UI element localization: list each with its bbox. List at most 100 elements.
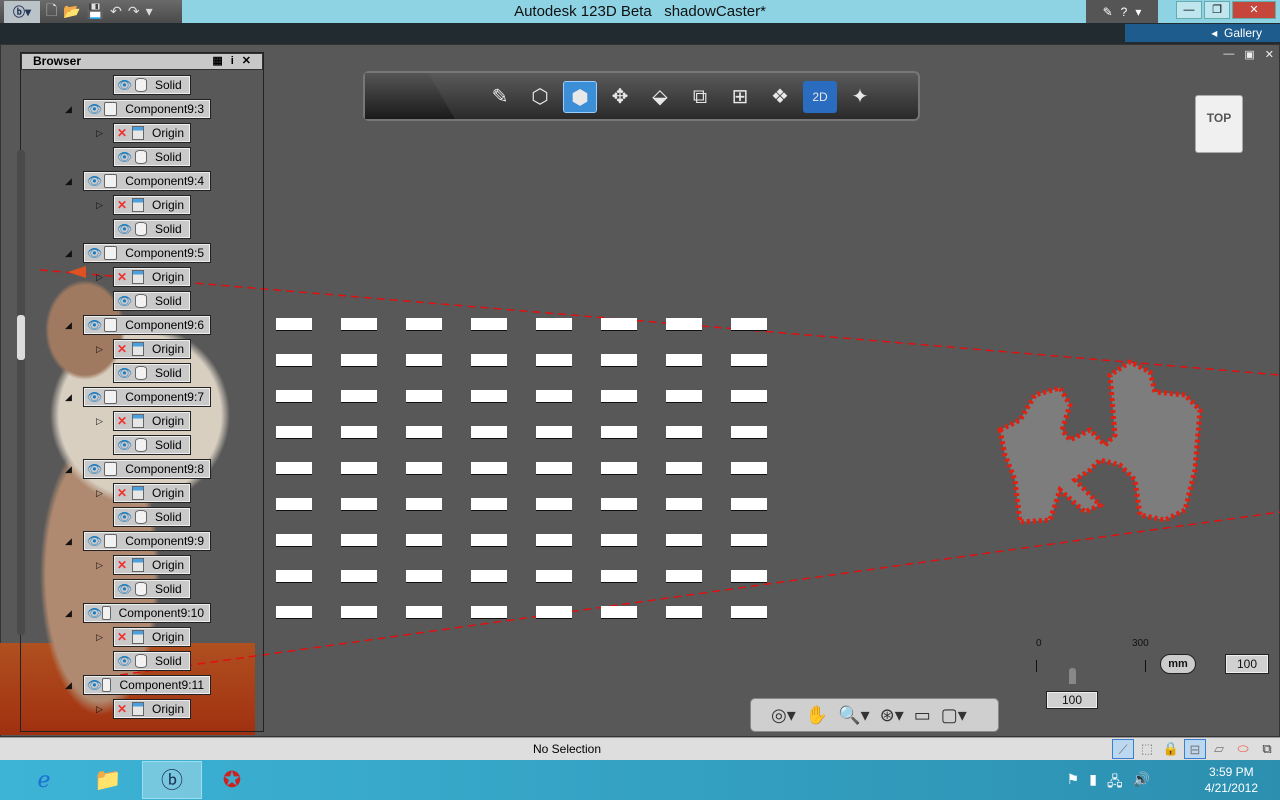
- visibility-eye-icon[interactable]: 👁: [87, 606, 102, 620]
- clock[interactable]: 3:59 PM 4/21/2012: [1205, 764, 1258, 796]
- pixel-block[interactable]: [341, 354, 377, 367]
- visibility-eye-icon[interactable]: 👁: [117, 582, 135, 596]
- browser-info-icon[interactable]: i: [231, 55, 242, 67]
- tree-node-solid[interactable]: 👁 Solid: [113, 507, 191, 527]
- pixel-block[interactable]: [601, 354, 637, 367]
- primitives-icon[interactable]: ⬡: [523, 81, 557, 113]
- visibility-eye-icon[interactable]: 👁: [87, 390, 104, 404]
- pixel-block[interactable]: [276, 462, 312, 475]
- pixel-block[interactable]: [341, 426, 377, 439]
- pixel-block[interactable]: [731, 426, 767, 439]
- pixel-block[interactable]: [536, 426, 572, 439]
- multi-view-icon[interactable]: ⧉: [1256, 739, 1278, 759]
- pixel-block[interactable]: [406, 570, 442, 583]
- expand-toggle-icon[interactable]: ▷: [96, 200, 103, 211]
- pixel-block[interactable]: [406, 534, 442, 547]
- pan-icon[interactable]: ✋: [806, 705, 828, 726]
- collapse-toggle-icon[interactable]: ◢: [65, 608, 72, 619]
- tree-node-component[interactable]: 👁 Component9:7: [83, 387, 211, 407]
- visibility-eye-icon[interactable]: 👁: [117, 510, 135, 524]
- pixel-block[interactable]: [601, 426, 637, 439]
- hidden-eye-icon[interactable]: ✕: [117, 198, 132, 212]
- expand-toggle-icon[interactable]: ▷: [96, 632, 103, 643]
- file-explorer-icon[interactable]: 📁: [78, 761, 138, 799]
- pixel-block[interactable]: [276, 390, 312, 403]
- orbit-icon[interactable]: ⊛▾: [880, 705, 904, 726]
- collapse-toggle-icon[interactable]: ◢: [65, 392, 72, 403]
- hidden-eye-icon[interactable]: ✕: [117, 342, 132, 356]
- scale-slider-thumb[interactable]: [1069, 668, 1076, 684]
- tree-node-solid[interactable]: 👁 Solid: [113, 291, 191, 311]
- collapse-toggle-icon[interactable]: ◢: [65, 536, 72, 547]
- visibility-eye-icon[interactable]: 👁: [117, 150, 135, 164]
- zoom-icon[interactable]: 🔍▾: [838, 705, 869, 726]
- pixel-block[interactable]: [406, 462, 442, 475]
- pixel-block[interactable]: [601, 570, 637, 583]
- pixel-block[interactable]: [406, 498, 442, 511]
- scale-slider-value[interactable]: 100: [1046, 691, 1098, 709]
- pixel-block[interactable]: [471, 570, 507, 583]
- sketch-icon[interactable]: ✎: [483, 81, 517, 113]
- browser-settings-icon[interactable]: ▦: [212, 55, 230, 67]
- pixel-block[interactable]: [276, 534, 312, 547]
- pixel-block[interactable]: [666, 534, 702, 547]
- pixel-block[interactable]: [471, 354, 507, 367]
- pixel-block[interactable]: [406, 426, 442, 439]
- collapse-toggle-icon[interactable]: ◢: [65, 464, 72, 475]
- expand-toggle-icon[interactable]: ▷: [96, 416, 103, 427]
- lock-icon[interactable]: 🔒: [1160, 739, 1182, 759]
- pixel-block[interactable]: [341, 498, 377, 511]
- pixel-block[interactable]: [666, 570, 702, 583]
- pixel-block[interactable]: [276, 570, 312, 583]
- hidden-eye-icon[interactable]: ✕: [117, 270, 132, 284]
- visibility-eye-icon[interactable]: 👁: [87, 102, 104, 116]
- pixel-block[interactable]: [536, 318, 572, 331]
- pixel-block[interactable]: [536, 354, 572, 367]
- tree-node-solid[interactable]: 👁 Solid: [113, 435, 191, 455]
- tree-node-component[interactable]: 👁 Component9:4: [83, 171, 211, 191]
- tree-node-origin[interactable]: ✕ Origin: [113, 699, 191, 719]
- hidden-eye-icon[interactable]: ✕: [117, 126, 132, 140]
- tree-node-solid[interactable]: 👁 Solid: [113, 651, 191, 671]
- tree-node-origin[interactable]: ✕ Origin: [113, 483, 191, 503]
- grid-snap-icon[interactable]: ⟋: [1112, 739, 1134, 759]
- pixel-block[interactable]: [341, 534, 377, 547]
- pixel-block[interactable]: [341, 606, 377, 619]
- view-style-icon[interactable]: ▢▾: [941, 705, 967, 726]
- visibility-eye-icon[interactable]: 👁: [117, 438, 135, 452]
- pixel-block[interactable]: [666, 354, 702, 367]
- collapse-toggle-icon[interactable]: ◢: [65, 320, 72, 331]
- pixel-block[interactable]: [666, 426, 702, 439]
- pixel-block[interactable]: [666, 606, 702, 619]
- pixel-block[interactable]: [536, 390, 572, 403]
- tree-node-component[interactable]: 👁 Component9:5: [83, 243, 211, 263]
- pixel-block[interactable]: [471, 534, 507, 547]
- visibility-eye-icon[interactable]: 👁: [87, 678, 102, 692]
- visibility-eye-icon[interactable]: 👁: [117, 654, 135, 668]
- tree-node-solid[interactable]: 👁 Solid: [113, 75, 191, 95]
- app-taskbar-icon[interactable]: ✪: [202, 761, 262, 799]
- tree-node-component[interactable]: 👁 Component9:9: [83, 531, 211, 551]
- pixel-block[interactable]: [471, 462, 507, 475]
- pixel-block[interactable]: [471, 606, 507, 619]
- pixel-block[interactable]: [536, 498, 572, 511]
- unit-button[interactable]: mm: [1160, 654, 1196, 674]
- tree-node-origin[interactable]: ✕ Origin: [113, 267, 191, 287]
- visibility-eye-icon[interactable]: 👁: [117, 366, 135, 380]
- internet-explorer-icon[interactable]: ℯ: [14, 761, 74, 799]
- construct-icon[interactable]: ⬢: [563, 81, 597, 113]
- pixel-block[interactable]: [471, 390, 507, 403]
- modify-icon[interactable]: ✥: [603, 81, 637, 113]
- pixel-block[interactable]: [731, 390, 767, 403]
- pixel-block[interactable]: [601, 390, 637, 403]
- pixel-block[interactable]: [536, 606, 572, 619]
- pixel-block[interactable]: [536, 462, 572, 475]
- tree-node-origin[interactable]: ✕ Origin: [113, 123, 191, 143]
- pixel-block[interactable]: [666, 318, 702, 331]
- tree-node-component[interactable]: 👁 Component9:11: [83, 675, 211, 695]
- visibility-eye-icon[interactable]: 👁: [87, 318, 104, 332]
- pixel-block[interactable]: [666, 390, 702, 403]
- pixel-block[interactable]: [406, 354, 442, 367]
- text-2d-icon[interactable]: 2D: [803, 81, 837, 113]
- pixel-block[interactable]: [276, 426, 312, 439]
